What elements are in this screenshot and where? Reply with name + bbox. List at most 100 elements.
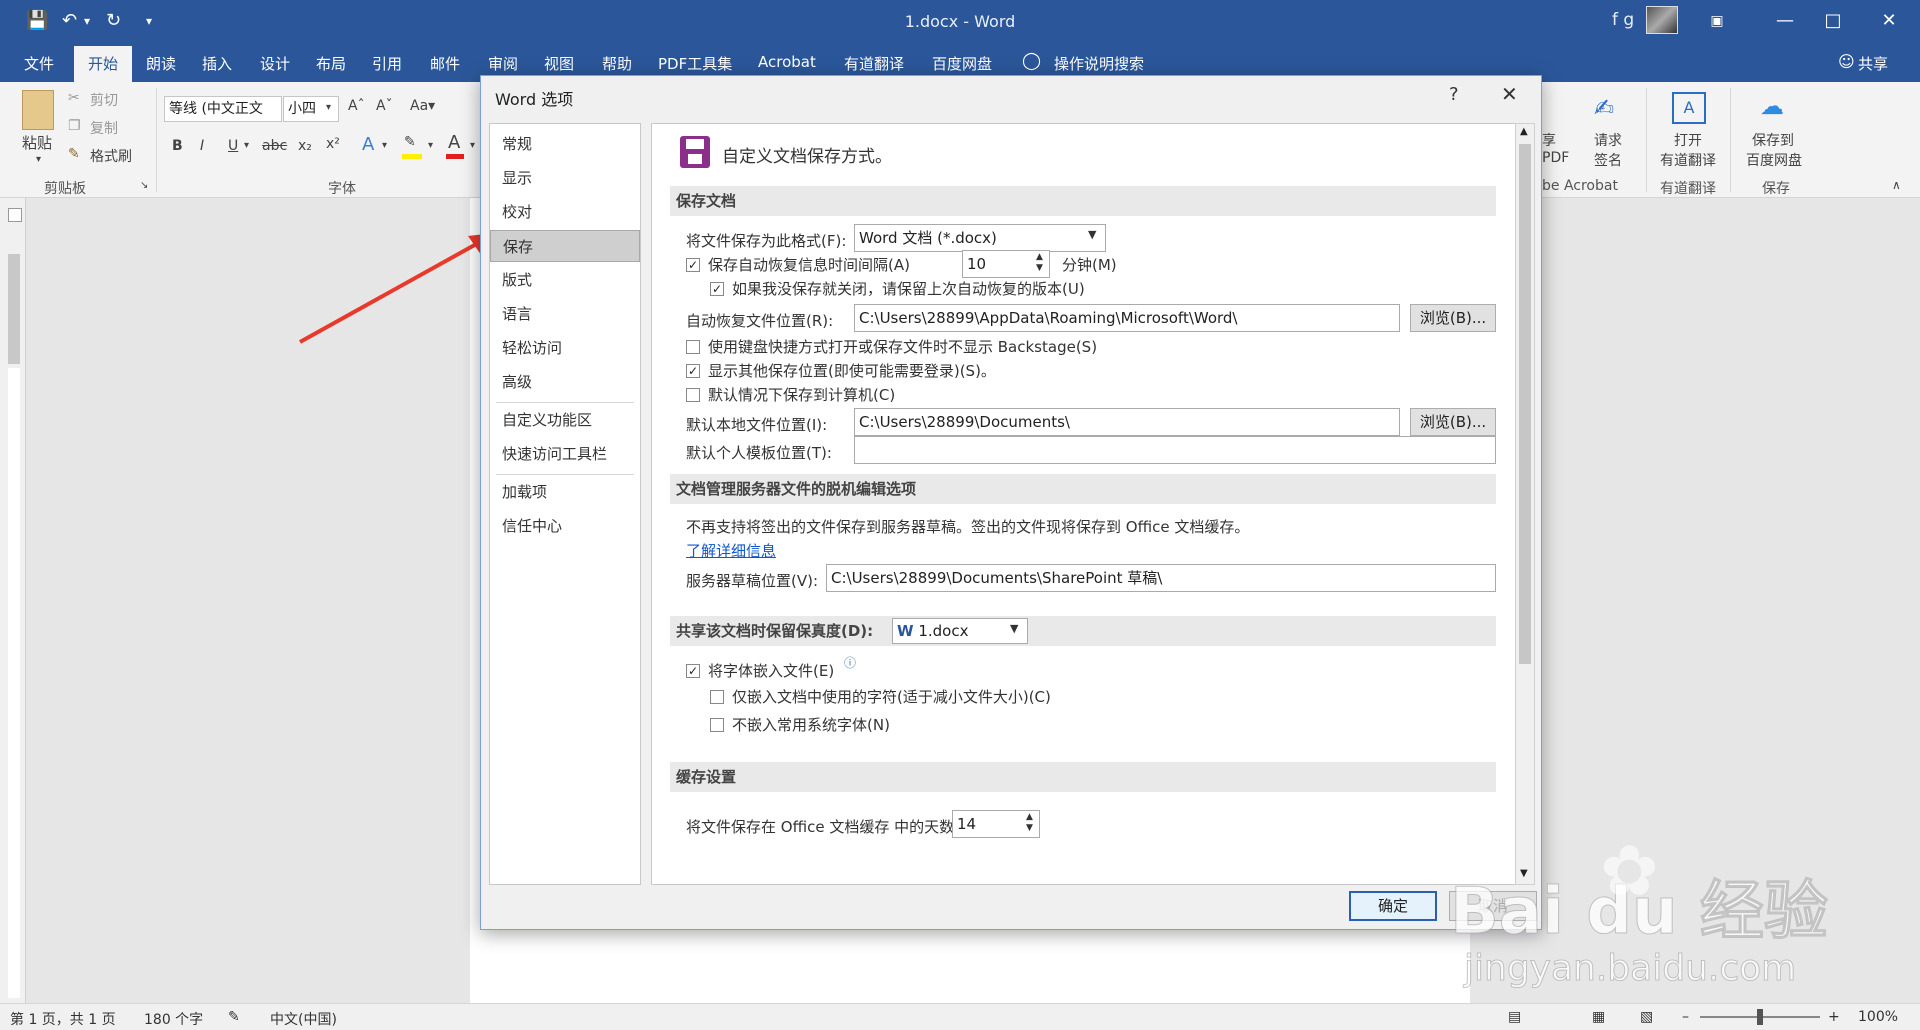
tell-me-search[interactable]: 操作说明搜索 (1054, 53, 1144, 74)
cut-button[interactable]: 剪切 (90, 90, 118, 110)
cut-icon[interactable]: ✂ (68, 90, 80, 106)
font-color-dropdown-icon[interactable]: ▾ (470, 140, 475, 151)
scroll-up-icon[interactable]: ▲ (1520, 126, 1528, 137)
underline-icon[interactable]: U (228, 138, 238, 154)
default-local-location-input[interactable]: C:\Users\28899\Documents\ (854, 408, 1400, 436)
help-icon[interactable]: ? (1449, 84, 1459, 105)
spinner-arrows-icon[interactable]: ▲ ▼ (1036, 252, 1043, 274)
print-layout-icon[interactable]: ▦ (1592, 1009, 1605, 1025)
no-common-fonts-checkbox[interactable] (710, 718, 724, 732)
save-to-computer-checkbox[interactable] (686, 388, 700, 402)
tab-review[interactable]: 审阅 (488, 53, 518, 74)
request-signature-icon[interactable]: ✍ (1594, 94, 1614, 122)
cache-spinner-arrows-icon[interactable]: ▲ ▼ (1026, 812, 1033, 834)
tab-selector-icon[interactable] (8, 208, 22, 222)
format-painter-icon[interactable]: ✎ (68, 146, 80, 162)
maximize-icon[interactable]: □ (1818, 8, 1848, 34)
options-scrollbar[interactable]: ▲ ▼ (1515, 123, 1535, 885)
save-format-select[interactable]: Word 文档 (*.docx) (854, 224, 1106, 252)
fidelity-document-select[interactable]: W 1.docx (892, 618, 1028, 644)
text-effects-icon[interactable]: A (362, 134, 374, 155)
copy-button[interactable]: 复制 (90, 118, 118, 138)
close-icon[interactable]: ✕ (1874, 8, 1904, 34)
language-indicator[interactable]: 中文(中国) (270, 1009, 337, 1029)
text-effects-dropdown-icon[interactable]: ▾ (382, 140, 387, 151)
tab-home[interactable]: 开始 (74, 46, 132, 82)
info-icon[interactable]: ⓘ (844, 654, 856, 671)
tab-mailings[interactable]: 邮件 (430, 53, 460, 74)
underline-dropdown-icon[interactable]: ▾ (244, 140, 249, 151)
nav-customize-ribbon[interactable]: 自定义功能区 (490, 404, 640, 436)
nav-add-ins[interactable]: 加载项 (490, 476, 640, 508)
ok-button[interactable]: 确定 (1349, 891, 1437, 921)
collapse-ribbon-icon[interactable]: ∧ (1892, 178, 1901, 192)
font-color-icon[interactable]: A (448, 132, 460, 153)
change-case-icon[interactable]: Aa▾ (410, 98, 435, 114)
zoom-out-icon[interactable]: – (1682, 1009, 1689, 1025)
autorecover-location-input[interactable]: C:\Users\28899\AppData\Roaming\Microsoft… (854, 304, 1400, 332)
show-other-locations-checkbox[interactable]: ✓ (686, 364, 700, 378)
dialog-close-icon[interactable]: ✕ (1501, 82, 1518, 106)
highlight-icon[interactable]: ✎ (404, 134, 416, 150)
proofing-icon[interactable]: ✎ (228, 1009, 240, 1025)
browse-local-button[interactable]: 浏览(B)... (1410, 408, 1496, 436)
default-template-location-input[interactable] (854, 436, 1496, 464)
paste-dropdown-icon[interactable]: ▾ (36, 154, 41, 165)
tab-view[interactable]: 视图 (544, 53, 574, 74)
read-mode-icon[interactable]: ▤ (1508, 1009, 1521, 1025)
subscript-icon[interactable]: x₂ (298, 138, 312, 154)
web-layout-icon[interactable]: ▧ (1640, 1009, 1653, 1025)
save-format-dropdown-icon[interactable]: ▼ (1088, 228, 1096, 241)
strikethrough-icon[interactable]: abc (262, 138, 287, 154)
font-name-combo[interactable]: 等线 (中文正文 (164, 96, 282, 122)
baidu-pan-label[interactable]: 百度网盘 (1746, 150, 1802, 170)
tab-read-aloud[interactable]: 朗读 (146, 53, 176, 74)
tab-design[interactable]: 设计 (260, 53, 290, 74)
user-initials[interactable]: f g (1612, 10, 1634, 30)
tab-baidu-pan[interactable]: 百度网盘 (932, 53, 992, 74)
youdao-translate-icon[interactable]: A (1672, 92, 1706, 124)
word-count[interactable]: 180 个字 (144, 1009, 203, 1029)
tab-youdao[interactable]: 有道翻译 (844, 53, 904, 74)
baidu-save-label[interactable]: 保存到 (1752, 130, 1794, 150)
share-pdf-label-1[interactable]: 享 (1542, 130, 1556, 150)
request-signature-label-1[interactable]: 请求 (1594, 130, 1622, 150)
nav-proofing[interactable]: 校对 (490, 196, 640, 228)
embed-fonts-checkbox[interactable]: ✓ (686, 664, 700, 678)
tab-pdf-tools[interactable]: PDF工具集 (658, 53, 732, 74)
no-backstage-checkbox[interactable] (686, 340, 700, 354)
nav-quick-access-toolbar[interactable]: 快速访问工具栏 (490, 438, 640, 470)
youdao-open-label[interactable]: 打开 (1674, 130, 1702, 150)
copy-icon[interactable]: ❐ (68, 118, 81, 134)
clipboard-launcher-icon[interactable]: ↘ (140, 180, 148, 191)
paste-button[interactable]: 粘贴 (22, 132, 52, 153)
tab-insert[interactable]: 插入 (202, 53, 232, 74)
nav-general[interactable]: 常规 (490, 128, 640, 160)
scrollbar-thumb[interactable] (1519, 144, 1531, 664)
nav-language[interactable]: 语言 (490, 298, 640, 330)
superscript-icon[interactable]: x² (326, 136, 340, 152)
nav-layout[interactable]: 版式 (490, 264, 640, 296)
keep-last-version-checkbox[interactable]: ✓ (710, 282, 724, 296)
nav-trust-center[interactable]: 信任中心 (490, 510, 640, 542)
zoom-slider-thumb[interactable] (1757, 1009, 1763, 1025)
italic-icon[interactable]: I (200, 138, 204, 154)
learn-more-link[interactable]: 了解详细信息 (686, 540, 776, 561)
bold-icon[interactable]: B (172, 138, 183, 154)
nav-accessibility[interactable]: 轻松访问 (490, 332, 640, 364)
avatar[interactable] (1646, 6, 1678, 34)
nav-save[interactable]: 保存 (490, 230, 640, 262)
fidelity-dropdown-icon[interactable]: ▼ (1010, 622, 1018, 635)
request-signature-label-2[interactable]: 签名 (1594, 150, 1622, 170)
font-size-dropdown-icon[interactable]: ▾ (326, 102, 331, 113)
youdao-translate-label[interactable]: 有道翻译 (1660, 150, 1716, 170)
zoom-in-icon[interactable]: + (1828, 1009, 1840, 1025)
page-count[interactable]: 第 1 页，共 1 页 (10, 1009, 116, 1029)
embed-used-chars-checkbox[interactable] (710, 690, 724, 704)
minimize-icon[interactable]: — (1770, 8, 1800, 34)
tab-references[interactable]: 引用 (372, 53, 402, 74)
shrink-font-icon[interactable]: Aˇ (376, 98, 393, 114)
nav-display[interactable]: 显示 (490, 162, 640, 194)
tab-layout[interactable]: 布局 (316, 53, 346, 74)
server-drafts-input[interactable]: C:\Users\28899\Documents\SharePoint 草稿\ (826, 564, 1496, 592)
